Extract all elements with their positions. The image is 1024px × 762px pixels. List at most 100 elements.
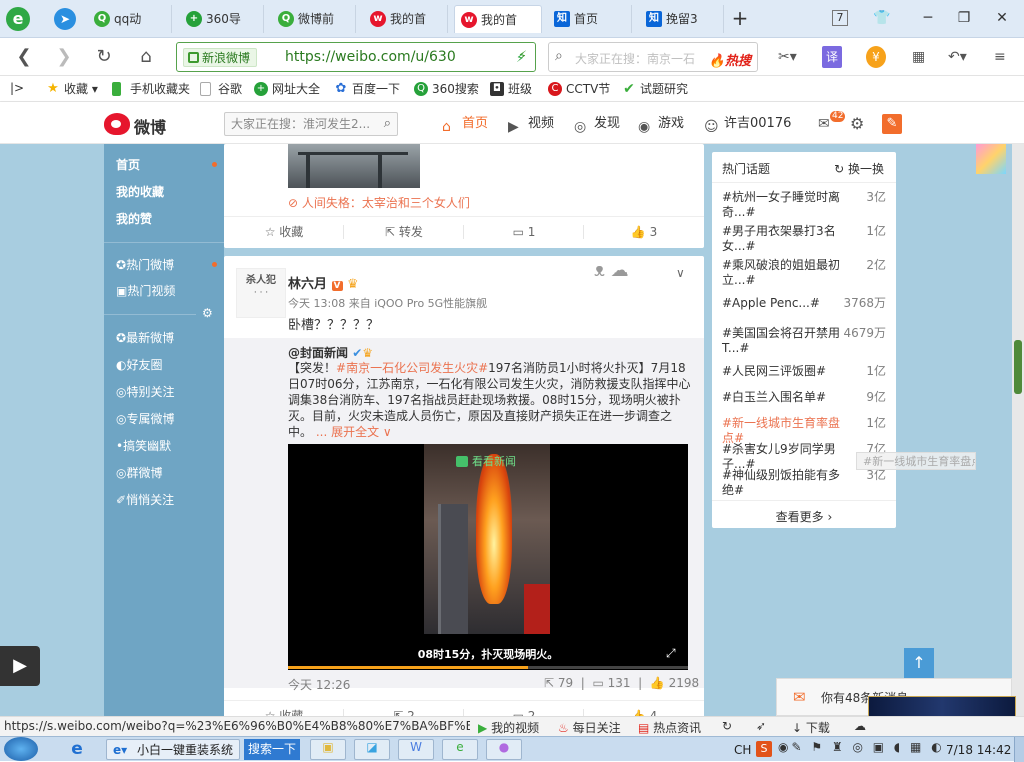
ime-indicator[interactable]: CH: [734, 740, 751, 760]
taskbar-icon-folder[interactable]: ▣: [310, 739, 346, 760]
video-player[interactable]: 看看新闻 08时15分，扑灭现场明火。 ⤢: [288, 444, 688, 670]
left-nav-group-special[interactable]: ◎特别关注: [116, 381, 175, 403]
comment-button[interactable]: ▭ 1: [464, 217, 584, 247]
start-button[interactable]: [4, 737, 38, 761]
repost-button[interactable]: ⇱ 2: [344, 701, 464, 716]
post-menu-chevron-icon[interactable]: ∨: [676, 266, 685, 280]
nav-home[interactable]: ⌂ 首页: [442, 113, 488, 135]
weibo-logo[interactable]: 微博: [104, 112, 194, 137]
left-nav-group-funny[interactable]: •搞笑幽默: [116, 435, 171, 457]
back-to-top-button[interactable]: ↑: [904, 648, 934, 678]
nav-game[interactable]: ◉ 游戏: [638, 113, 684, 135]
left-nav-favorites[interactable]: 我的收藏: [116, 181, 164, 203]
tab-qq[interactable]: Qqq动: [88, 5, 172, 33]
floating-play-button[interactable]: ▶: [0, 646, 40, 686]
bookmark-google[interactable]: 谷歌: [200, 80, 242, 98]
fullscreen-icon[interactable]: ⤢: [666, 646, 676, 661]
tab-weibo-search[interactable]: Q 微博前: [272, 5, 356, 33]
left-nav-home[interactable]: 首页: [116, 154, 140, 176]
refresh-icon[interactable]: ↻: [722, 719, 732, 733]
tab-zhihu-2[interactable]: 知挽留3: [640, 5, 724, 33]
left-nav-group-secret[interactable]: ✐悄悄关注: [116, 489, 174, 511]
author-name[interactable]: 林六月 V ♛: [288, 273, 359, 292]
scrollbar-track[interactable]: [1012, 144, 1024, 716]
tab-counter[interactable]: 7: [832, 10, 848, 26]
post-image-thumbnail[interactable]: [288, 144, 420, 188]
bookmark-mobile[interactable]: 手机收藏夹: [112, 80, 190, 98]
bookmark-hao360[interactable]: + 网址大全: [254, 80, 320, 98]
forward-button[interactable]: ❯: [52, 45, 76, 69]
hot-topic-item[interactable]: #杭州一女子睡觉时离奇...# 3亿: [722, 190, 886, 220]
taskbar-icon-app[interactable]: W: [398, 739, 434, 760]
undo-icon[interactable]: ↶▾: [948, 46, 967, 68]
left-nav-likes[interactable]: 我的赞: [116, 208, 152, 230]
apps-grid-icon[interactable]: ▦: [912, 46, 925, 68]
comment-count[interactable]: ▭ 131: [592, 676, 630, 690]
speed-mode-icon[interactable]: ⚡: [516, 51, 524, 65]
message-icon[interactable]: ✉: [818, 116, 830, 132]
avatar[interactable]: 杀人犯 · · ·: [236, 268, 286, 318]
bookmark-exam[interactable]: ✔ 试题研究: [622, 80, 688, 98]
video-progress-bar[interactable]: [288, 666, 688, 669]
daily-link[interactable]: ♨ 每日关注: [558, 719, 621, 736]
post-link[interactable]: ⊘ 人间失格：太宰治和三个女人们: [288, 194, 470, 211]
menu-icon[interactable]: ≡: [994, 46, 1006, 68]
bookmark-baidu[interactable]: ✿ 百度一下: [334, 80, 400, 98]
like-button[interactable]: 👍 4: [584, 701, 704, 716]
bookmark-class[interactable]: ◘ 班级: [490, 80, 532, 98]
taskbar-icon-360[interactable]: e: [442, 739, 478, 760]
new-tab-button[interactable]: +: [730, 8, 750, 28]
search-icon[interactable]: ⌕: [384, 113, 391, 135]
expand-link[interactable]: ... 展开全文 ∨: [312, 425, 392, 439]
bookmark-favorites[interactable]: ★ 收藏 ▾: [46, 80, 98, 98]
like-count[interactable]: 👍 2198: [650, 676, 699, 690]
comment-button[interactable]: ▭ 2: [464, 701, 584, 716]
weibo-search-input[interactable]: 大家正在搜：淮河发生2... ⌕: [224, 112, 398, 136]
tab-360[interactable]: +360导: [180, 5, 264, 33]
maximize-button[interactable]: ❐: [954, 8, 974, 28]
bookmark-360search[interactable]: Q 360搜索: [414, 80, 479, 98]
tray-icons[interactable]: ◉✎ ⚑ ♜ ◎ ▣ ◖ ▦ ◐: [778, 740, 945, 754]
bookmark-cctv[interactable]: C CCTV节: [548, 80, 610, 98]
taskbar-icon-tool[interactable]: ◪: [354, 739, 390, 760]
repost-author[interactable]: @封面新闻 ✔♛: [288, 344, 373, 361]
hot-topic-item[interactable]: #男子用衣架暴打3名女...# 1亿: [722, 224, 886, 254]
translate-icon[interactable]: 译: [822, 46, 842, 68]
nav-user[interactable]: ☺ 许吉00176: [704, 113, 791, 135]
taskbar-icon-balloon[interactable]: ●: [486, 739, 522, 760]
nav-discover[interactable]: ◎ 发现: [574, 113, 620, 135]
close-button[interactable]: ✕: [992, 8, 1012, 28]
scrollbar-thumb[interactable]: [1014, 340, 1022, 394]
hashtag-link[interactable]: #南京一石化公司发生火灾#: [336, 361, 488, 375]
url-field[interactable]: 新浪微博 https://weibo.com/u/630 ⚡: [176, 42, 536, 72]
tab-zhihu-home[interactable]: 知首页: [548, 5, 632, 33]
repost-count[interactable]: ⇱ 79: [544, 676, 573, 690]
see-more-link[interactable]: 查看更多 ›: [712, 508, 896, 525]
left-nav-group-exclusive[interactable]: ◎专属微博: [116, 408, 175, 430]
hot-topic-item[interactable]: #乘风破浪的姐姐最初立...# 2亿: [722, 258, 886, 288]
ie-icon[interactable]: e: [66, 739, 88, 759]
tab-weibo-active[interactable]: w 我的首: [454, 5, 542, 33]
hot-topic-item[interactable]: #神仙级别饭拍能有多绝# 3亿: [722, 468, 886, 498]
left-nav-group-weibo[interactable]: ◎群微博: [116, 462, 163, 484]
navigate-icon[interactable]: ➤: [54, 8, 76, 30]
browser-logo-icon[interactable]: e: [6, 7, 30, 31]
left-nav-group-friends[interactable]: ◐好友圈: [116, 354, 163, 376]
minimize-button[interactable]: ─: [918, 8, 938, 28]
clock[interactable]: 7/18 14:42: [946, 740, 1011, 760]
group-settings-icon[interactable]: ⚙: [202, 306, 213, 320]
show-desktop-button[interactable]: [1014, 737, 1024, 762]
hot-topic-item[interactable]: #美国国会将召开禁用T...# 4679万: [722, 326, 886, 356]
browser-search-field[interactable]: ⌕ 大家正在搜：南京一石化 🔥热搜: [548, 42, 758, 72]
left-nav-hot-video[interactable]: ▣热门视频: [116, 280, 175, 302]
hot-topic-item[interactable]: #人民网三评饭圈# 1亿: [722, 364, 886, 379]
left-nav-group-latest[interactable]: ✪最新微博: [116, 327, 174, 349]
like-button[interactable]: 👍 3: [584, 217, 704, 247]
cut-icon[interactable]: ✂▾: [778, 46, 797, 68]
hot-search-label[interactable]: 🔥热搜: [709, 50, 751, 69]
skin-icon[interactable]: 👕: [872, 8, 892, 28]
hot-topic-item[interactable]: #白玉兰入围名单# 9亿: [722, 390, 886, 405]
download-link[interactable]: ↓ 下载: [792, 719, 830, 736]
settings-gear-icon[interactable]: ⚙: [850, 114, 864, 133]
hot-news-link[interactable]: ▤ 热点资讯: [638, 719, 701, 736]
